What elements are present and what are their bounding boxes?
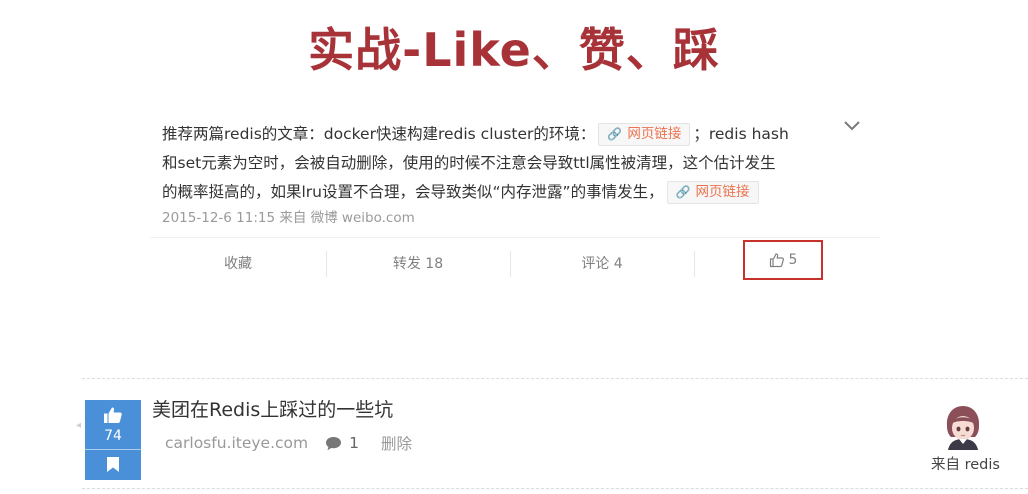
thumbs-up-icon[interactable]: [103, 406, 123, 424]
web-link-1[interactable]: 🔗 网页链接: [598, 123, 691, 146]
comment-icon[interactable]: [325, 436, 342, 451]
post-text-line1: 推荐两篇redis的文章：docker快速构建redis cluster的环境：: [162, 125, 596, 143]
list-divider: [82, 378, 1028, 379]
article-title[interactable]: 美团在Redis上踩过的一些坑: [152, 395, 393, 422]
slide-title: 实战-Like、赞、踩: [308, 23, 720, 77]
post-text-line1-tail: ；redis hash: [693, 125, 789, 143]
vote-count: 74: [104, 428, 122, 444]
thumbs-up-icon: [769, 253, 784, 268]
vote-panel: 74: [85, 400, 141, 480]
like-count: 5: [788, 252, 798, 268]
post-text-line2: 和set元素为空时，会被自动删除，使用的时候不注意会导致ttl属性被清理，这个估…: [162, 154, 776, 172]
bookmark-icon[interactable]: [106, 456, 120, 473]
source-label: 来自 redis: [931, 457, 1000, 473]
caret-left-icon: ◂: [76, 420, 82, 431]
vote-divider: [85, 449, 141, 450]
favorite-button[interactable]: 收藏: [150, 249, 326, 279]
action-divider: [694, 251, 695, 277]
like-highlight-box: 5: [743, 240, 823, 280]
link-icon: 🔗: [675, 185, 691, 199]
article-meta: carlosfu.iteye.com 1 删除: [165, 432, 412, 454]
article-source-site[interactable]: carlosfu.iteye.com: [165, 434, 308, 452]
link-icon: 🔗: [607, 127, 623, 141]
comment-count[interactable]: 1: [349, 434, 359, 452]
web-link-1-label: 网页链接: [627, 126, 682, 142]
web-link-2[interactable]: 🔗 网页链接: [666, 181, 759, 204]
post-text: 推荐两篇redis的文章：docker快速构建redis cluster的环境：…: [162, 120, 842, 207]
post-text-line3: 的概率挺高的，如果lru设置不合理，会导致类似“内存泄露”的事情发生，: [162, 183, 664, 201]
comment-button[interactable]: 评论 4: [510, 249, 694, 279]
post-meta: 2015-12-6 11:15 来自 微博 weibo.com: [162, 210, 415, 226]
repost-button[interactable]: 转发 18: [326, 249, 510, 279]
card-divider: [150, 237, 880, 238]
chevron-down-icon[interactable]: [840, 114, 864, 138]
web-link-2-label: 网页链接: [695, 184, 750, 200]
avatar[interactable]: [942, 404, 984, 450]
list-divider: [82, 488, 1028, 489]
like-button[interactable]: 5: [745, 242, 821, 278]
delete-link[interactable]: 删除: [381, 432, 412, 454]
